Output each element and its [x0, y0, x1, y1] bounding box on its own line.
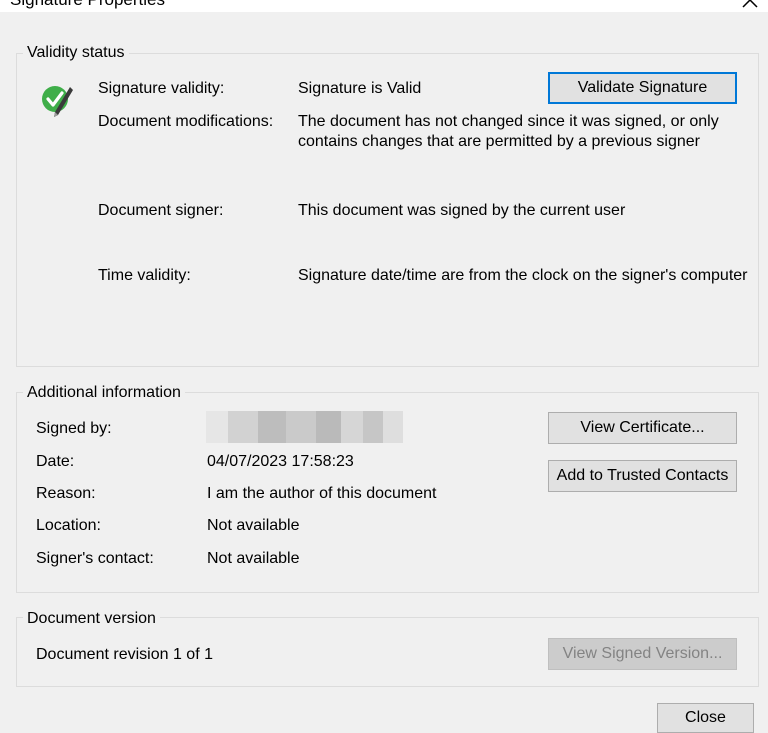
add-to-trusted-contacts-button[interactable]: Add to Trusted Contacts: [548, 460, 737, 492]
validity-status-title: Validity status: [23, 44, 129, 62]
window-title: Signature Properties: [10, 0, 165, 10]
valid-signature-check-icon: [42, 86, 73, 117]
location-label: Location:: [36, 517, 101, 534]
signers-contact-label: Signer's contact:: [36, 550, 154, 567]
signed-by-label: Signed by:: [36, 420, 112, 437]
document-revision-text: Document revision 1 of 1: [36, 646, 213, 663]
title-bar: Signature Properties: [0, 0, 768, 12]
time-validity-value: Signature date/time are from the clock o…: [298, 267, 748, 284]
reason-label: Reason:: [36, 485, 96, 502]
document-modifications-value-line1: The document has not changed since it wa…: [298, 113, 719, 130]
signers-contact-value: Not available: [207, 550, 300, 567]
document-signer-value: This document was signed by the current …: [298, 202, 626, 219]
close-button[interactable]: Close: [657, 703, 754, 733]
close-icon[interactable]: [738, 0, 762, 12]
document-modifications-value-line2: contains changes that are permitted by a…: [298, 133, 701, 150]
additional-information-title: Additional information: [23, 384, 185, 402]
signed-by-value-redacted: [206, 411, 403, 443]
view-certificate-button[interactable]: View Certificate...: [548, 412, 737, 444]
location-value: Not available: [207, 517, 300, 534]
time-validity-label: Time validity:: [98, 267, 191, 284]
validate-signature-button[interactable]: Validate Signature: [548, 72, 737, 104]
view-signed-version-button: View Signed Version...: [548, 638, 737, 670]
document-modifications-label: Document modifications:: [98, 113, 274, 130]
reason-value: I am the author of this document: [207, 485, 437, 502]
date-label: Date:: [36, 453, 75, 470]
date-value: 04/07/2023 17:58:23: [207, 453, 354, 470]
document-version-title: Document version: [23, 610, 160, 628]
signature-validity-value: Signature is Valid: [298, 80, 422, 97]
signature-validity-label: Signature validity:: [98, 80, 225, 97]
document-signer-label: Document signer:: [98, 202, 224, 219]
